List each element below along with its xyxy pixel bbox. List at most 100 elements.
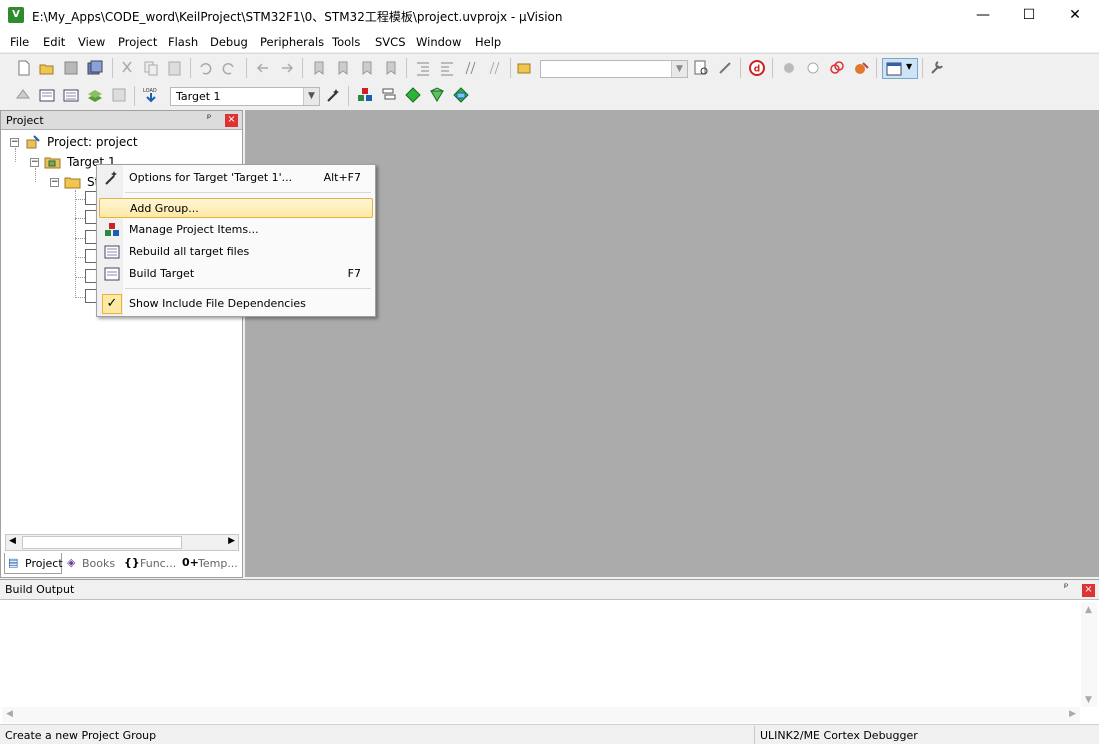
- pin-icon[interactable]: ᵖ: [207, 113, 211, 124]
- menu-item-label: Options for Target 'Target 1'...: [129, 171, 293, 184]
- project-context-menu: Options for Target 'Target 1'... Alt+F7 …: [96, 164, 376, 317]
- minimize-button[interactable]: —: [960, 0, 1006, 32]
- chevron-down-icon[interactable]: ▼: [671, 61, 687, 77]
- indent-icon[interactable]: [414, 59, 432, 77]
- menu-project[interactable]: Project: [118, 35, 157, 49]
- tree-project-root[interactable]: Project: project: [47, 135, 138, 149]
- scroll-thumb[interactable]: [22, 536, 182, 549]
- incremental-find-icon[interactable]: [716, 59, 734, 77]
- group-folder-icon: [64, 177, 81, 189]
- batch-build-icon[interactable]: [86, 86, 104, 104]
- rebuild-icon[interactable]: [62, 86, 80, 104]
- pack-installer-icon[interactable]: [428, 86, 446, 104]
- comment-icon[interactable]: [462, 59, 480, 77]
- navigate-back-icon[interactable]: [254, 59, 272, 77]
- menu-flash[interactable]: Flash: [168, 35, 198, 49]
- undo-icon[interactable]: [196, 59, 214, 77]
- build-toolbar: LOAD Target 1 ▼: [0, 82, 1099, 110]
- new-file-icon[interactable]: [15, 59, 33, 77]
- manage-project-items-icon[interactable]: [356, 86, 374, 104]
- tab-templates[interactable]: 0+ Temp...: [180, 553, 240, 574]
- cut-icon[interactable]: [118, 59, 136, 77]
- target-options-icon[interactable]: [325, 86, 343, 104]
- close-icon[interactable]: ×: [225, 114, 238, 127]
- project-horizontal-scrollbar[interactable]: ◀ ▶: [5, 534, 239, 551]
- select-packs-icon[interactable]: [380, 86, 398, 104]
- stop-build-icon[interactable]: [110, 86, 128, 104]
- translate-icon[interactable]: [14, 86, 32, 104]
- scroll-right-icon[interactable]: ▶: [228, 536, 235, 546]
- menu-edit[interactable]: Edit: [43, 35, 65, 49]
- window-layout-dropdown[interactable]: ▼: [882, 58, 918, 79]
- title-bar: V E:\My_Apps\CODE_word\KeilProject\STM32…: [0, 0, 1099, 32]
- find-in-files-icon[interactable]: [516, 59, 534, 77]
- configure-wrench-icon[interactable]: [928, 59, 946, 77]
- enable-breakpoint-icon[interactable]: [804, 59, 822, 77]
- uncomment-icon[interactable]: [486, 59, 504, 77]
- menu-item-add-group[interactable]: Add Group...: [99, 198, 373, 218]
- find-icon[interactable]: [692, 59, 710, 77]
- menu-help[interactable]: Help: [475, 35, 501, 49]
- manage-runtime-icon[interactable]: [404, 86, 422, 104]
- menu-item-options-for-target[interactable]: Options for Target 'Target 1'... Alt+F7: [99, 168, 373, 188]
- tab-project[interactable]: ▤ Project: [4, 553, 63, 574]
- menu-tools[interactable]: Tools: [332, 35, 360, 49]
- navigate-forward-icon[interactable]: [278, 59, 296, 77]
- collapse-toggle[interactable]: −: [50, 178, 59, 187]
- find-combobox[interactable]: ▼: [540, 60, 688, 78]
- scroll-down-icon[interactable]: ▼: [1085, 695, 1092, 705]
- unindent-icon[interactable]: [438, 59, 456, 77]
- target-select[interactable]: Target 1 ▼: [170, 87, 320, 106]
- insert-breakpoint-icon[interactable]: [780, 59, 798, 77]
- collapse-toggle[interactable]: −: [10, 138, 19, 147]
- build-output-text[interactable]: [2, 602, 1080, 707]
- menu-file[interactable]: File: [10, 35, 29, 49]
- tab-functions[interactable]: {} Func...: [122, 553, 178, 574]
- toolbar-separator: [246, 58, 247, 78]
- menu-item-label: Rebuild all target files: [129, 245, 250, 258]
- start-debug-icon[interactable]: d: [748, 59, 766, 77]
- download-load-icon[interactable]: LOAD: [142, 86, 160, 104]
- open-file-icon[interactable]: [38, 59, 56, 77]
- menu-peripherals[interactable]: Peripherals: [260, 35, 324, 49]
- redo-icon[interactable]: [220, 59, 238, 77]
- kill-breakpoints-icon[interactable]: [852, 59, 870, 77]
- menu-item-show-include-deps[interactable]: ✓ Show Include File Dependencies: [99, 294, 373, 314]
- next-bookmark-icon[interactable]: [358, 59, 376, 77]
- clear-bookmarks-icon[interactable]: [382, 59, 400, 77]
- scroll-left-icon[interactable]: ◀: [9, 536, 16, 546]
- menu-item-label: Manage Project Items...: [129, 223, 259, 236]
- tab-books[interactable]: ◈ Books: [64, 553, 120, 574]
- svg-text:d: d: [754, 65, 760, 75]
- prev-bookmark-icon[interactable]: [334, 59, 352, 77]
- scroll-right-icon[interactable]: ▶: [1069, 709, 1076, 719]
- paste-icon[interactable]: [166, 59, 184, 77]
- save-all-icon[interactable]: [86, 59, 104, 77]
- close-window-button[interactable]: ✕: [1052, 0, 1098, 32]
- menu-view[interactable]: View: [78, 35, 105, 49]
- build-horizontal-scrollbar[interactable]: ◀ ▶: [2, 707, 1080, 723]
- software-components-icon[interactable]: [452, 86, 470, 104]
- menu-debug[interactable]: Debug: [210, 35, 248, 49]
- tab-project-label: Project: [25, 557, 63, 570]
- scroll-left-icon[interactable]: ◀: [6, 709, 13, 719]
- build-icon[interactable]: [38, 86, 56, 104]
- close-icon[interactable]: ×: [1082, 584, 1095, 597]
- build-vertical-scrollbar[interactable]: ▲ ▼: [1081, 602, 1097, 707]
- menu-item-manage-project-items[interactable]: Manage Project Items...: [99, 220, 373, 240]
- scroll-up-icon[interactable]: ▲: [1085, 605, 1092, 615]
- save-icon[interactable]: [62, 59, 80, 77]
- menu-svcs[interactable]: SVCS: [375, 35, 406, 49]
- collapse-toggle[interactable]: −: [30, 158, 39, 167]
- disable-breakpoints-icon[interactable]: [828, 59, 846, 77]
- build-icon: [104, 267, 120, 281]
- menu-item-build-target[interactable]: Build Target F7: [99, 264, 373, 284]
- pin-icon[interactable]: ᵖ: [1064, 582, 1068, 593]
- chevron-down-icon[interactable]: ▼: [303, 88, 319, 105]
- menu-window[interactable]: Window: [416, 35, 461, 49]
- copy-icon[interactable]: [142, 59, 160, 77]
- menu-item-rebuild-all[interactable]: Rebuild all target files: [99, 242, 373, 262]
- maximize-button[interactable]: ☐: [1006, 0, 1052, 32]
- bookmark-icon[interactable]: [310, 59, 328, 77]
- functions-tab-icon: {}: [124, 556, 140, 569]
